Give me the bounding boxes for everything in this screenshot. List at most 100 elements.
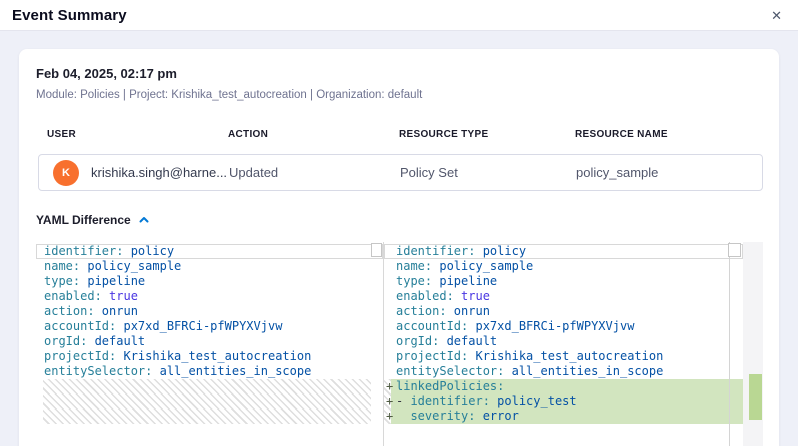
diff-code-line: accountId: px7xd_BFRCi-pfWPYXVjvw [384, 319, 743, 334]
yaml-key: orgId: [44, 334, 87, 348]
diff-pane-original[interactable]: identifier: policyname: policy_sampletyp… [36, 242, 384, 446]
yaml-value: all_entities_in_scope [504, 364, 663, 378]
right-pane-scrollbar[interactable] [728, 243, 741, 257]
resource-name-cell: policy_sample [576, 165, 762, 180]
close-icon: ✕ [771, 8, 782, 23]
diff-code-line: orgId: default [36, 334, 383, 349]
diff-filler-line [36, 394, 383, 409]
yaml-key: identifier: [44, 244, 123, 258]
yaml-value: true [454, 289, 490, 303]
modal-title: Event Summary [12, 7, 127, 24]
diff-pane-modified[interactable]: identifier: policyname: policy_sampletyp… [384, 242, 743, 446]
diff-insert-marker [749, 374, 762, 420]
diff-code-line: projectId: Krishika_test_autocreation [384, 349, 743, 364]
yaml-value: all_entities_in_scope [152, 364, 311, 378]
yaml-key: action: [396, 304, 447, 318]
yaml-value: pipeline [432, 274, 497, 288]
diff-code-line: action: onrun [384, 304, 743, 319]
diff-code-line: accountId: px7xd_BFRCi-pfWPYXVjvw [36, 319, 383, 334]
yaml-key: entitySelector: [396, 364, 504, 378]
action-cell: Updated [229, 165, 400, 180]
modal-header: Event Summary ✕ [0, 0, 798, 31]
yaml-value: policy [123, 244, 174, 258]
yaml-value: policy [475, 244, 526, 258]
diff-code-line: projectId: Krishika_test_autocreation [36, 349, 383, 364]
diff-code-line: name: policy_sample [384, 259, 743, 274]
yaml-key: projectId: [396, 349, 468, 363]
hatch-pattern [43, 379, 371, 394]
insert-gutter-marker: + [386, 394, 393, 409]
hatch-pattern [43, 409, 371, 424]
diff-code-line: type: pipeline [36, 274, 383, 289]
yaml-key: name: [396, 259, 432, 273]
diff-code-line: orgId: default [384, 334, 743, 349]
yaml-key: linkedPolicies: [396, 379, 504, 393]
audit-table-header: USER ACTION RESOURCE TYPE RESOURCE NAME [36, 129, 762, 140]
diff-inserted-line: +- identifier: policy_test [384, 394, 743, 409]
user-cell: K krishika.singh@harne... [39, 160, 229, 186]
yaml-difference-label: YAML Difference [36, 213, 131, 227]
column-header-resource-type: RESOURCE TYPE [399, 129, 575, 140]
yaml-value: policy_sample [80, 259, 181, 273]
insert-gutter-marker: + [386, 379, 393, 394]
yaml-value: px7xd_BFRCi-pfWPYXVjvw [468, 319, 634, 333]
yaml-value: px7xd_BFRCi-pfWPYXVjvw [116, 319, 282, 333]
diff-code-line: type: pipeline [384, 274, 743, 289]
yaml-value: default [439, 334, 497, 348]
yaml-key: orgId: [396, 334, 439, 348]
yaml-key: projectId: [44, 349, 116, 363]
diff-inserted-line: +linkedPolicies: [384, 379, 743, 394]
yaml-key: accountId: [396, 319, 468, 333]
diff-code-line: identifier: policy [36, 244, 383, 259]
insert-gutter-marker: + [386, 409, 393, 424]
event-timestamp: Feb 04, 2025, 02:17 pm [36, 66, 762, 81]
yaml-diff-editor: identifier: policyname: policy_sampletyp… [36, 242, 764, 446]
yaml-value: error [475, 409, 518, 423]
yaml-value: policy_test [490, 394, 577, 408]
diff-code-line: identifier: policy [384, 244, 743, 259]
left-pane-scrollbar[interactable] [371, 243, 382, 257]
yaml-key: severity: [410, 409, 475, 423]
yaml-key: identifier: [410, 394, 489, 408]
yaml-value: onrun [95, 304, 138, 318]
yaml-value: true [102, 289, 138, 303]
chevron-up-icon [138, 215, 150, 225]
yaml-value: Krishika_test_autocreation [116, 349, 311, 363]
diff-overview-ruler [743, 242, 763, 446]
event-card: Feb 04, 2025, 02:17 pm Module: Policies … [19, 49, 779, 446]
yaml-key: name: [44, 259, 80, 273]
column-header-action: ACTION [228, 129, 399, 140]
diff-code-line: action: onrun [36, 304, 383, 319]
avatar: K [53, 160, 79, 186]
yaml-value: default [87, 334, 145, 348]
diff-filler-line [36, 409, 383, 424]
close-button[interactable]: ✕ [767, 7, 786, 24]
user-email: krishika.singh@harne... [91, 165, 227, 180]
scrollbar-track-line [729, 242, 730, 446]
yaml-value: onrun [447, 304, 490, 318]
yaml-key: entitySelector: [44, 364, 152, 378]
yaml-key: type: [44, 274, 80, 288]
yaml-key: action: [44, 304, 95, 318]
yaml-value: Krishika_test_autocreation [468, 349, 663, 363]
screen: { "header": { "title": "Event Summary", … [0, 0, 798, 446]
yaml-list-prefix: - [396, 394, 410, 408]
diff-code-line: name: policy_sample [36, 259, 383, 274]
yaml-value: pipeline [80, 274, 145, 288]
audit-table-row: K krishika.singh@harne... Updated Policy… [38, 154, 763, 191]
yaml-key: enabled: [44, 289, 102, 303]
column-header-user: USER [36, 129, 228, 140]
hatch-pattern [43, 394, 371, 409]
yaml-key: accountId: [44, 319, 116, 333]
diff-filler-line [36, 379, 383, 394]
column-header-resource-name: RESOURCE NAME [575, 129, 762, 140]
resource-type-cell: Policy Set [400, 165, 576, 180]
yaml-key: enabled: [396, 289, 454, 303]
diff-code-line: enabled: true [384, 289, 743, 304]
modal-body: Feb 04, 2025, 02:17 pm Module: Policies … [0, 31, 798, 446]
diff-code-line: entitySelector: all_entities_in_scope [384, 364, 743, 379]
yaml-difference-toggle[interactable]: YAML Difference [36, 213, 150, 227]
yaml-key: identifier: [396, 244, 475, 258]
yaml-key: type: [396, 274, 432, 288]
yaml-list-prefix [396, 409, 410, 423]
